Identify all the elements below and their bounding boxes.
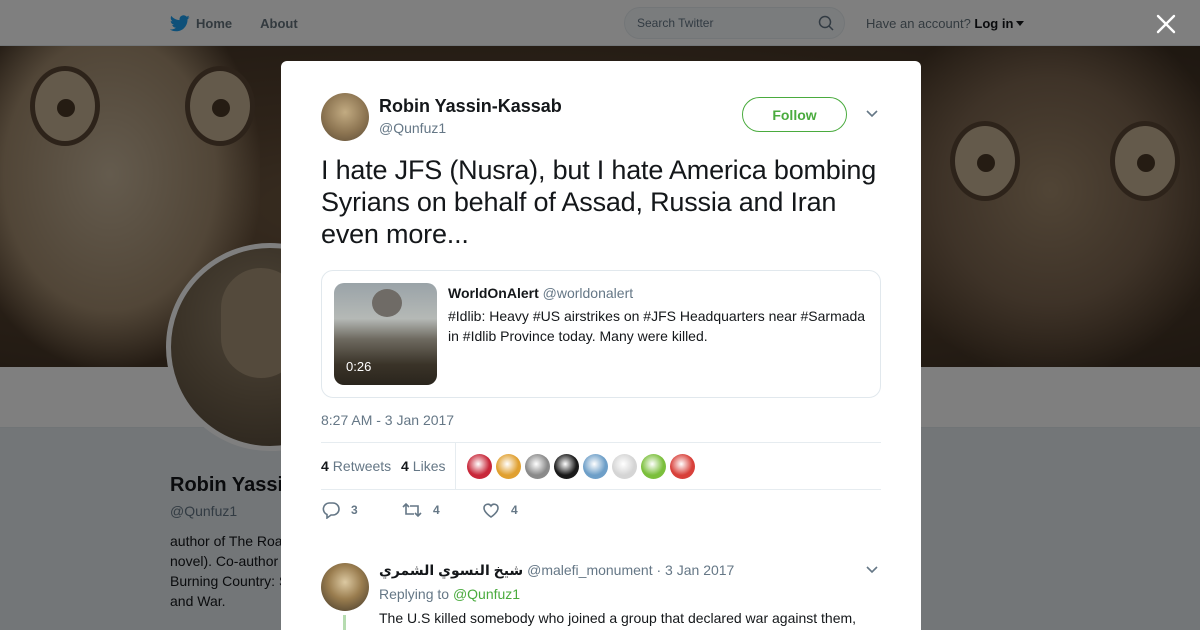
replying-label: Replying to xyxy=(379,586,450,602)
reply-header: شيخ النسوي الشمري @malefi_monument · 3 J… xyxy=(379,562,734,579)
reply-text: The U.S killed somebody who joined a gro… xyxy=(379,610,857,626)
author-name[interactable]: Robin Yassin-Kassab xyxy=(379,96,562,117)
quoted-tweet[interactable]: 0:26 WorldOnAlert @worldonalert #Idlib: … xyxy=(321,270,881,398)
video-duration: 0:26 xyxy=(346,359,372,374)
thumbnail-smoke xyxy=(372,289,402,317)
tweet-stats: 4 Retweets 4 Likes xyxy=(321,442,881,490)
close-icon[interactable] xyxy=(1155,13,1177,35)
liker-avatar[interactable] xyxy=(670,454,695,479)
author-avatar[interactable] xyxy=(321,93,369,141)
tweet-timestamp[interactable]: 8:27 AM - 3 Jan 2017 xyxy=(321,412,454,428)
retweet-button[interactable]: 4 xyxy=(401,501,440,519)
reply-count: 3 xyxy=(351,503,358,517)
liker-avatar[interactable] xyxy=(554,454,579,479)
author-handle[interactable]: @Qunfuz1 xyxy=(379,120,446,136)
liker-avatar[interactable] xyxy=(583,454,608,479)
reply-avatar[interactable] xyxy=(321,563,369,611)
retweets-stat[interactable]: 4 Retweets xyxy=(321,458,391,474)
chevron-down-icon[interactable] xyxy=(865,109,879,119)
likes-label: Likes xyxy=(412,458,446,474)
quoted-author: WorldOnAlert @worldonalert xyxy=(448,285,633,301)
retweets-label: Retweets xyxy=(332,458,392,474)
likers-avatars xyxy=(467,454,699,479)
tweet-text: I hate JFS (Nusra), but I hate America b… xyxy=(321,155,877,249)
reply-icon xyxy=(322,502,340,519)
retweet-count: 4 xyxy=(433,503,440,517)
quoted-name: WorldOnAlert xyxy=(448,285,539,301)
video-thumbnail[interactable]: 0:26 xyxy=(334,283,437,385)
replying-to: Replying to @Qunfuz1 xyxy=(379,586,520,602)
reply-handle[interactable]: @malefi_monument xyxy=(527,562,653,578)
quoted-text: #Idlib: Heavy #US airstrikes on #JFS Hea… xyxy=(448,308,866,344)
follow-button[interactable]: Follow xyxy=(742,97,847,132)
liker-avatar[interactable] xyxy=(467,454,492,479)
liker-avatar[interactable] xyxy=(612,454,637,479)
like-button[interactable]: 4 xyxy=(481,501,518,519)
liker-avatar[interactable] xyxy=(496,454,521,479)
likes-stat[interactable]: 4 Likes xyxy=(401,458,445,474)
retweet-icon xyxy=(402,502,422,518)
liker-avatar[interactable] xyxy=(525,454,550,479)
heart-icon xyxy=(483,503,499,518)
replying-to-link[interactable]: @Qunfuz1 xyxy=(453,586,520,602)
reply-name[interactable]: شيخ النسوي الشمري xyxy=(379,562,523,578)
thread-line xyxy=(343,615,346,630)
retweets-count: 4 xyxy=(321,458,329,474)
liker-avatar[interactable] xyxy=(641,454,666,479)
reply-date[interactable]: · 3 Jan 2017 xyxy=(657,562,735,578)
tweet-modal: Robin Yassin-Kassab @Qunfuz1 Follow I ha… xyxy=(281,61,921,630)
reply-button[interactable]: 3 xyxy=(321,501,358,519)
chevron-down-icon[interactable] xyxy=(865,565,879,575)
likes-count: 4 xyxy=(401,458,409,474)
tweet-actions: 3 4 4 xyxy=(321,501,881,523)
stats-divider xyxy=(455,443,456,490)
like-count: 4 xyxy=(511,503,518,517)
quoted-handle: @worldonalert xyxy=(542,285,634,301)
